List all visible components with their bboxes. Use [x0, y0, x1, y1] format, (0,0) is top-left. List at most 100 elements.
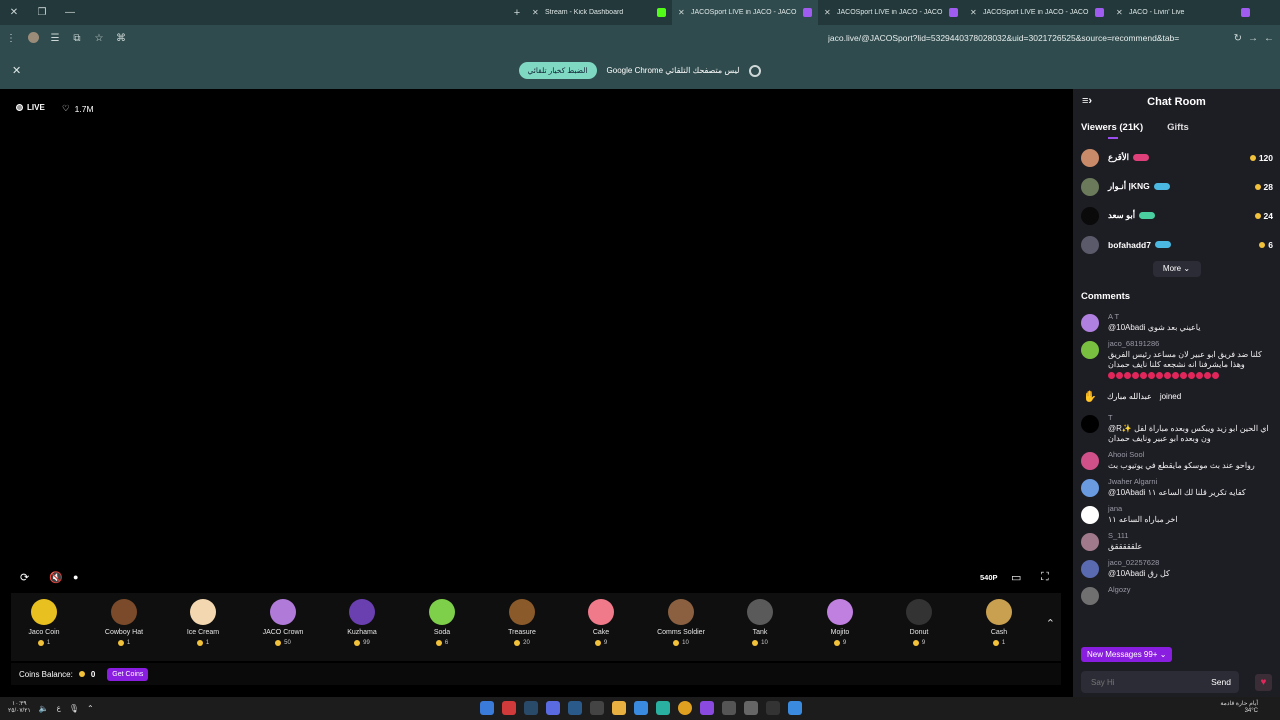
get-coins-button[interactable]: Get Coins	[107, 667, 149, 681]
comment-author[interactable]: Jwaher Algarni	[1108, 477, 1272, 486]
weather-widget[interactable]: أيام حارة قادمة 34°C	[1220, 701, 1258, 715]
infobar-close-icon[interactable]: ✕	[12, 64, 21, 77]
avatar[interactable]	[1081, 506, 1099, 524]
refresh-icon[interactable]: ⟳	[20, 571, 29, 584]
browser-tab[interactable]: ✕ JACOSport LIVE in JACO - JACO	[818, 0, 964, 25]
theater-mode-icon[interactable]: ▭	[1011, 571, 1021, 584]
reload-icon[interactable]: ↻	[1234, 33, 1242, 44]
avatar[interactable]	[1081, 341, 1099, 359]
forward-icon[interactable]: →	[1248, 33, 1258, 44]
comment-author[interactable]: jana	[1108, 504, 1272, 513]
avatar[interactable]	[1081, 314, 1099, 332]
collapse-chat-icon[interactable]: ≡›	[1082, 95, 1092, 107]
viewer-row[interactable]: الأقرع 120	[1081, 143, 1273, 172]
app-icon[interactable]	[502, 701, 516, 715]
menu-dots-icon[interactable]: ⋮	[0, 33, 22, 44]
browser-tab[interactable]: ✕ JACO - Livin' Live	[1110, 0, 1256, 25]
send-button[interactable]: Send	[1211, 677, 1239, 687]
comment-list[interactable]: A T @10Abadi ياعيني بعد شوي jaco_68191286 ك…	[1073, 312, 1280, 652]
gift-item[interactable]: Cake 9	[571, 599, 631, 646]
avatar[interactable]	[1081, 560, 1099, 578]
chevron-up-icon[interactable]: ⌃	[1046, 617, 1055, 630]
video-player[interactable]: LIVE ♡ 1.7M ⟳ 🔇 ● 540P ▭ ⛶ ⌃ Jaco Coin 1 C…	[0, 89, 1073, 697]
comment-author[interactable]: Ahooi Sool	[1108, 450, 1272, 459]
gift-item[interactable]: JACO Crown 50	[253, 599, 313, 646]
avatar[interactable]	[1081, 479, 1099, 497]
tab-close-icon[interactable]: ✕	[970, 8, 978, 17]
browser-tab[interactable]: ✕ JACOSport LIVE in JACO - JACO	[964, 0, 1110, 25]
app-icon[interactable]	[480, 701, 494, 715]
chrome-taskbar-icon[interactable]	[678, 701, 692, 715]
like-heart-icon[interactable]: ♥	[1255, 674, 1272, 691]
clock[interactable]: ١٠:٣٩ ٢٥/٠٧/٢١	[8, 701, 31, 715]
translate-icon[interactable]: ⌘	[110, 33, 132, 44]
avatar[interactable]	[1081, 533, 1099, 551]
window-minimize-icon[interactable]: —	[56, 7, 84, 18]
window-close-icon[interactable]: ✕	[0, 7, 28, 18]
app-icon[interactable]	[700, 701, 714, 715]
fullscreen-icon[interactable]: ⛶	[1041, 571, 1049, 584]
tray-expand-icon[interactable]: ⌃	[87, 704, 94, 713]
comment-author[interactable]: jaco_02257628	[1108, 558, 1272, 567]
gift-item[interactable]: Tank 10	[730, 599, 790, 646]
viewer-row[interactable]: bofahadd7 6	[1081, 230, 1273, 259]
start-icon[interactable]	[788, 701, 802, 715]
steam-icon[interactable]	[524, 701, 538, 715]
window-restore-icon[interactable]: ❐	[28, 7, 56, 18]
tab-search-icon[interactable]: ☰	[44, 33, 66, 44]
gift-item[interactable]: Kuzhama 99	[332, 599, 392, 646]
new-messages-button[interactable]: New Messages 99+ ⌄	[1081, 647, 1173, 662]
search-icon[interactable]	[766, 701, 780, 715]
tab-close-icon[interactable]: ✕	[678, 8, 686, 17]
extensions-icon[interactable]: ⧉	[66, 33, 88, 44]
tab-close-icon[interactable]: ✕	[824, 8, 832, 17]
app-icon[interactable]	[590, 701, 604, 715]
profile-avatar[interactable]	[22, 31, 44, 46]
app-icon[interactable]	[634, 701, 648, 715]
gift-item[interactable]: Jaco Coin 1	[14, 599, 74, 646]
address-bar[interactable]: jaco.live/@JACOSport?lid=532944037802803…	[828, 25, 1186, 52]
app-icon[interactable]	[722, 701, 736, 715]
volume-icon[interactable]: 🔈	[39, 704, 49, 713]
volume-slider-knob[interactable]: ●	[73, 572, 78, 582]
avatar[interactable]	[1081, 452, 1099, 470]
comment-author[interactable]: A T	[1108, 312, 1272, 321]
gift-item[interactable]: Treasure 20	[492, 599, 552, 646]
edge-icon[interactable]	[656, 701, 670, 715]
gift-item[interactable]: Cowboy Hat 1	[94, 599, 154, 646]
file-explorer-icon[interactable]	[612, 701, 626, 715]
tab-viewers[interactable]: Viewers (21K)	[1081, 122, 1143, 133]
back-icon[interactable]: ←	[1264, 33, 1274, 44]
app-icon[interactable]	[568, 701, 582, 715]
new-tab-button[interactable]: +	[508, 7, 526, 19]
browser-tab[interactable]: ✕ Stream - Kick Dashboard	[526, 0, 672, 25]
gift-item[interactable]: Mojito 9	[810, 599, 870, 646]
gift-item[interactable]: Cash 1	[969, 599, 1029, 646]
language-indicator[interactable]: ع	[57, 704, 61, 712]
quality-selector[interactable]: 540P	[980, 573, 998, 582]
browser-tab[interactable]: ✕ JACOSport LIVE in JACO - JACO	[672, 0, 818, 25]
viewer-row[interactable]: أبو سعد 24	[1081, 201, 1273, 230]
gift-item[interactable]: Comms Soldier 10	[651, 599, 711, 646]
avatar[interactable]	[1081, 415, 1099, 433]
comment-author[interactable]: jaco_68191286	[1108, 339, 1272, 348]
tab-close-icon[interactable]: ✕	[532, 8, 540, 17]
gift-item[interactable]: Ice Cream 1	[173, 599, 233, 646]
comment-author[interactable]: Algozy	[1108, 585, 1272, 594]
discord-icon[interactable]	[546, 701, 560, 715]
tab-gifts[interactable]: Gifts	[1167, 122, 1189, 133]
tab-close-icon[interactable]: ✕	[1116, 8, 1124, 17]
comment-author[interactable]: S_111	[1108, 531, 1272, 540]
gift-item[interactable]: Soda 6	[412, 599, 472, 646]
comment-author[interactable]: T	[1108, 413, 1272, 422]
viewer-row[interactable]: أنـوار |KNG 28	[1081, 172, 1273, 201]
app-icon[interactable]	[744, 701, 758, 715]
set-default-button[interactable]: الضبط كخيار تلقائي	[518, 62, 597, 79]
mute-icon[interactable]: 🔇	[49, 571, 63, 584]
bookmark-star-icon[interactable]: ☆	[88, 33, 110, 44]
gift-item[interactable]: Donut 9	[889, 599, 949, 646]
more-viewers-button[interactable]: More ⌄	[1152, 261, 1201, 277]
chat-input[interactable]	[1081, 677, 1191, 687]
avatar[interactable]	[1081, 587, 1099, 605]
microphone-icon[interactable]: 🎙	[69, 704, 79, 713]
